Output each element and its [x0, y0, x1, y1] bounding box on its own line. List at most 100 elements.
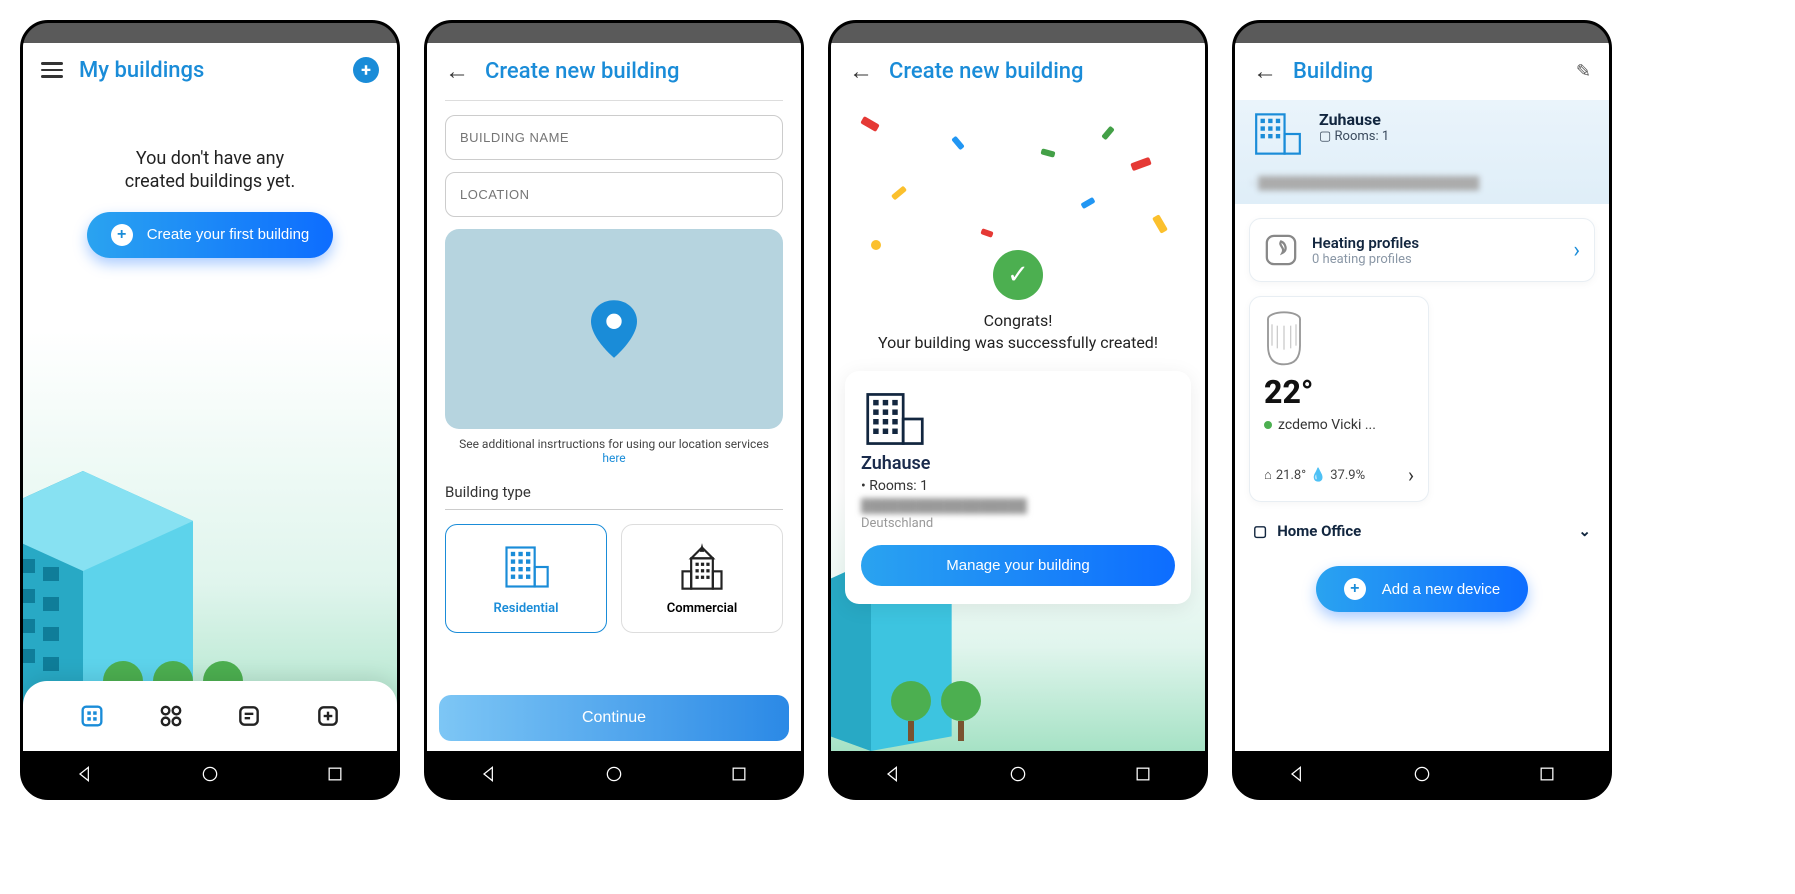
home-stat-icon: ⌂	[1264, 467, 1272, 483]
page-title: Create new building	[485, 59, 783, 84]
room-name: Home Office	[1277, 522, 1361, 540]
building-outline-icon	[861, 389, 929, 449]
add-device-button[interactable]: + Add a new device	[1316, 566, 1528, 612]
room-icon: ▢	[1253, 522, 1267, 540]
android-nav-bar	[427, 751, 801, 797]
heating-profiles-count: 0 heating profiles	[1312, 252, 1419, 267]
building-address-redacted: ◦ ██████████████████████████	[1251, 176, 1593, 190]
status-bar	[23, 23, 397, 43]
room-row[interactable]: ▢ Home Office ⌄	[1253, 522, 1591, 540]
building-outline-icon	[1251, 110, 1305, 158]
map-pin-icon	[591, 300, 637, 358]
location-hint: See additional insrtructions for using o…	[445, 437, 783, 465]
tab-add-icon[interactable]	[311, 699, 345, 733]
stat-humidity: 37.9%	[1330, 468, 1365, 483]
phone-1: My buildings + You don't have any create…	[20, 20, 400, 800]
back-button[interactable]: ←	[849, 57, 873, 86]
page-title: Building	[1293, 59, 1560, 84]
congrats-subtitle: Your building was successfully created!	[831, 332, 1205, 354]
building-type-options: Residential Commercial	[445, 524, 783, 633]
app-header: My buildings +	[23, 43, 397, 97]
chevron-right-icon: ›	[1573, 238, 1580, 263]
status-bar	[831, 23, 1205, 43]
commercial-icon	[676, 541, 728, 593]
residential-icon	[500, 541, 552, 593]
building-name: Zuhause	[861, 453, 1175, 474]
nav-back-icon[interactable]	[1287, 764, 1307, 784]
nav-back-icon[interactable]	[75, 764, 95, 784]
chevron-right-icon: ›	[1408, 463, 1414, 487]
nav-recent-icon[interactable]	[1537, 764, 1557, 784]
device-name: zcdemo Vicki ...	[1264, 417, 1414, 433]
status-bar	[427, 23, 801, 43]
device-card[interactable]: 22° zcdemo Vicki ... ⌂21.8° 💧37.9% ›	[1249, 296, 1429, 502]
building-summary: Zuhause ▢ Rooms: 1 ◦ ███████████████████…	[1235, 100, 1609, 204]
tab-list-icon[interactable]	[232, 699, 266, 733]
status-dot-icon	[1264, 421, 1272, 429]
menu-icon[interactable]	[41, 62, 63, 78]
hint-link[interactable]: here	[445, 451, 783, 465]
heating-icon	[1264, 233, 1298, 267]
plus-icon: +	[1344, 578, 1366, 600]
screen-my-buildings: My buildings + You don't have any create…	[23, 43, 397, 751]
map-placeholder[interactable]	[445, 229, 783, 429]
hint-text: See additional insrtructions for using o…	[459, 437, 769, 451]
divider	[445, 100, 783, 101]
app-header: ← Create new building	[427, 43, 801, 100]
nav-home-icon[interactable]	[604, 764, 624, 784]
bottom-tab-bar	[23, 681, 397, 751]
plus-icon: +	[111, 224, 133, 246]
stat-temp: 21.8°	[1276, 468, 1306, 483]
page-title: Create new building	[889, 59, 1187, 84]
building-name-input[interactable]	[445, 115, 783, 160]
heating-profiles-title: Heating profiles	[1312, 234, 1419, 252]
app-header: ← Building ✎	[1235, 43, 1609, 100]
continue-button[interactable]: Continue	[439, 695, 789, 741]
type-residential-card[interactable]: Residential	[445, 524, 607, 633]
congrats-title: Congrats!	[831, 310, 1205, 332]
heating-profiles-card[interactable]: Heating profiles 0 heating profiles ›	[1249, 218, 1595, 282]
building-card: Zuhause • Rooms: 1 ██████████████████ De…	[845, 371, 1191, 604]
nav-recent-icon[interactable]	[729, 764, 749, 784]
empty-state-message: You don't have any created buildings yet…	[23, 147, 397, 194]
type-commercial-card[interactable]: Commercial	[621, 524, 783, 633]
nav-home-icon[interactable]	[1008, 764, 1028, 784]
edit-button[interactable]: ✎	[1576, 61, 1591, 82]
nav-recent-icon[interactable]	[1133, 764, 1153, 784]
building-address-redacted: ██████████████████	[861, 498, 1175, 514]
device-stats: ⌂21.8° 💧37.9% ›	[1264, 463, 1414, 487]
android-nav-bar	[23, 751, 397, 797]
screen-create-building-form: ← Create new building See additional ins…	[427, 43, 801, 751]
phone-4: ← Building ✎ Zuhause ▢ Rooms: 1 ◦ ██████…	[1232, 20, 1612, 800]
location-input[interactable]	[445, 172, 783, 217]
tab-buildings-icon[interactable]	[75, 699, 109, 733]
type-commercial-label: Commercial	[667, 601, 738, 616]
congrats-text: Congrats! Your building was successfully…	[831, 310, 1205, 353]
add-building-button[interactable]: +	[353, 57, 379, 83]
create-first-building-label: Create your first building	[147, 226, 310, 243]
nav-back-icon[interactable]	[883, 764, 903, 784]
tab-grid-icon[interactable]	[154, 699, 188, 733]
success-check-icon: ✓	[993, 250, 1043, 300]
phone-2: ← Create new building See additional ins…	[424, 20, 804, 800]
status-bar	[1235, 23, 1609, 43]
empty-line-1: You don't have any	[23, 147, 397, 170]
nav-home-icon[interactable]	[200, 764, 220, 784]
building-type-label: Building type	[445, 483, 783, 510]
building-rooms: ▢ Rooms: 1	[1319, 129, 1389, 144]
manage-building-button[interactable]: Manage your building	[861, 545, 1175, 586]
back-button[interactable]: ←	[445, 57, 469, 86]
nav-recent-icon[interactable]	[325, 764, 345, 784]
building-rooms: • Rooms: 1	[861, 478, 1175, 494]
back-button[interactable]: ←	[1253, 57, 1277, 86]
device-temperature: 22°	[1264, 373, 1414, 411]
screen-building-created: ← Create new building ✓ Congrats! Your b…	[831, 43, 1205, 751]
nav-home-icon[interactable]	[1412, 764, 1432, 784]
form-area: See additional insrtructions for using o…	[427, 115, 801, 695]
type-residential-label: Residential	[494, 601, 559, 616]
android-nav-bar	[1235, 751, 1609, 797]
nav-back-icon[interactable]	[479, 764, 499, 784]
create-first-building-button[interactable]: + Create your first building	[87, 212, 334, 258]
add-device-label: Add a new device	[1382, 581, 1500, 598]
android-nav-bar	[831, 751, 1205, 797]
